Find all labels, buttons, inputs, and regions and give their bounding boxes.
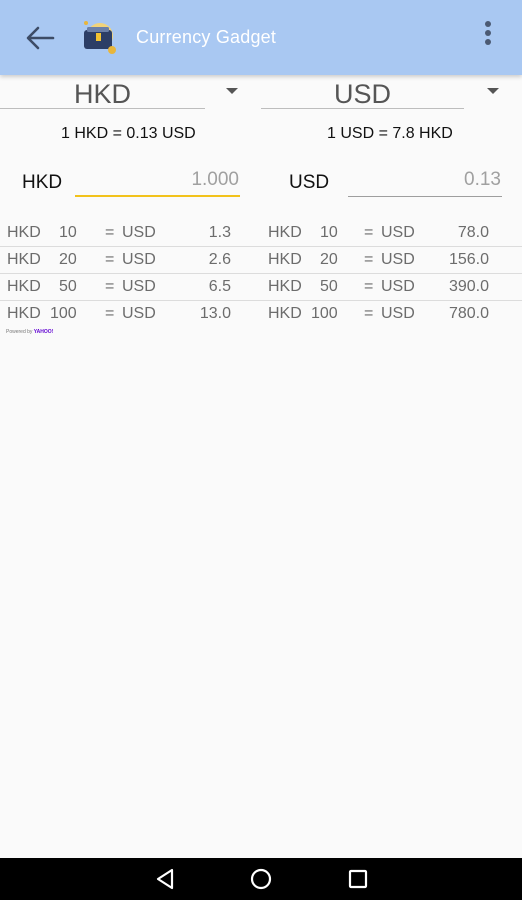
row-right-to: USD: [381, 305, 415, 322]
nav-recents-button[interactable]: [343, 865, 373, 893]
system-nav-bar: [0, 858, 522, 900]
right-amount-label: USD: [289, 172, 330, 193]
left-input-underline: [75, 195, 240, 197]
app-title: Currency Gadget: [136, 27, 277, 47]
overflow-menu-button[interactable]: [476, 18, 500, 54]
row-left-result: 2.6: [208, 251, 231, 268]
row-right-equals: =: [364, 305, 374, 322]
row-left-amount: 50: [59, 278, 77, 295]
table-row: HKD 100 = USD 13.0 HKD 100 = USD 780.0: [0, 301, 522, 328]
right-amount-input[interactable]: [349, 166, 501, 194]
row-right-from: HKD: [268, 278, 302, 295]
row-right-from: HKD: [268, 224, 302, 241]
yahoo-logo: YAHOO!: [33, 329, 54, 335]
table-row: HKD 20 = USD 2.6 HKD 20 = USD 156.0: [0, 247, 522, 274]
row-right-to: USD: [381, 224, 415, 241]
left-exchange-rate: 1 HKD = 0.13 USD: [61, 125, 196, 142]
row-right-amount: 50: [320, 278, 338, 295]
row-right-equals: =: [364, 224, 374, 241]
back-button[interactable]: [20, 20, 60, 56]
row-right-from: HKD: [268, 305, 302, 322]
left-currency-spinner[interactable]: HKD: [0, 80, 205, 109]
app-logo-icon: [78, 18, 120, 58]
row-right-to: USD: [381, 278, 415, 295]
left-amount-label: HKD: [22, 172, 63, 193]
row-left-result: 1.3: [208, 224, 231, 241]
nav-home-button[interactable]: [246, 865, 276, 893]
row-left-amount: 100: [50, 305, 77, 322]
left-currency-value: HKD: [73, 79, 131, 109]
row-left-from: HKD: [7, 251, 41, 268]
right-currency-value: USD: [333, 79, 391, 109]
row-right-amount: 20: [320, 251, 338, 268]
row-right-amount: 10: [320, 224, 338, 241]
row-left-to: USD: [122, 251, 156, 268]
attribution-prefix: Powered by: [6, 329, 33, 335]
circle-home-icon: [250, 868, 272, 890]
row-right-result: 156.0: [448, 251, 489, 268]
right-input-underline: [348, 196, 502, 197]
row-left-equals: =: [105, 224, 115, 241]
chevron-down-icon[interactable]: [226, 88, 238, 94]
row-left-equals: =: [105, 251, 115, 268]
row-right-amount: 100: [311, 305, 338, 322]
row-right-result: 780.0: [448, 305, 489, 322]
square-recents-icon: [348, 869, 368, 889]
row-right-equals: =: [364, 278, 374, 295]
right-exchange-rate: 1 USD = 7.8 HKD: [327, 125, 453, 142]
triangle-back-icon: [156, 868, 174, 890]
row-left-from: HKD: [7, 305, 41, 322]
arrow-left-icon: [26, 26, 55, 50]
conversion-table: HKD 10 = USD 1.3 HKD 10 = USD 78.0 HKD 2…: [0, 219, 522, 328]
row-right-result: 78.0: [457, 224, 489, 241]
row-left-amount: 10: [59, 224, 77, 241]
row-left-equals: =: [105, 278, 115, 295]
row-left-result: 6.5: [208, 278, 231, 295]
chevron-down-icon[interactable]: [487, 88, 499, 94]
nav-back-button[interactable]: [150, 865, 180, 893]
row-left-equals: =: [105, 305, 115, 322]
row-left-amount: 20: [59, 251, 77, 268]
row-left-from: HKD: [7, 278, 41, 295]
table-row: HKD 10 = USD 1.3 HKD 10 = USD 78.0: [0, 219, 522, 247]
row-right-from: HKD: [268, 251, 302, 268]
app-bar: Currency Gadget: [0, 0, 522, 75]
left-amount-input[interactable]: [76, 166, 239, 194]
right-currency-spinner[interactable]: USD: [261, 80, 464, 109]
row-right-result: 390.0: [448, 278, 489, 295]
row-left-to: USD: [122, 224, 156, 241]
row-left-to: USD: [122, 278, 156, 295]
row-right-to: USD: [381, 251, 415, 268]
more-vert-icon: [485, 21, 491, 27]
table-row: HKD 50 = USD 6.5 HKD 50 = USD 390.0: [0, 274, 522, 301]
yahoo-attribution[interactable]: Powered by YAHOO!: [6, 329, 53, 335]
row-left-from: HKD: [7, 224, 41, 241]
row-left-result: 13.0: [199, 305, 231, 322]
row-right-equals: =: [364, 251, 374, 268]
row-left-to: USD: [122, 305, 156, 322]
